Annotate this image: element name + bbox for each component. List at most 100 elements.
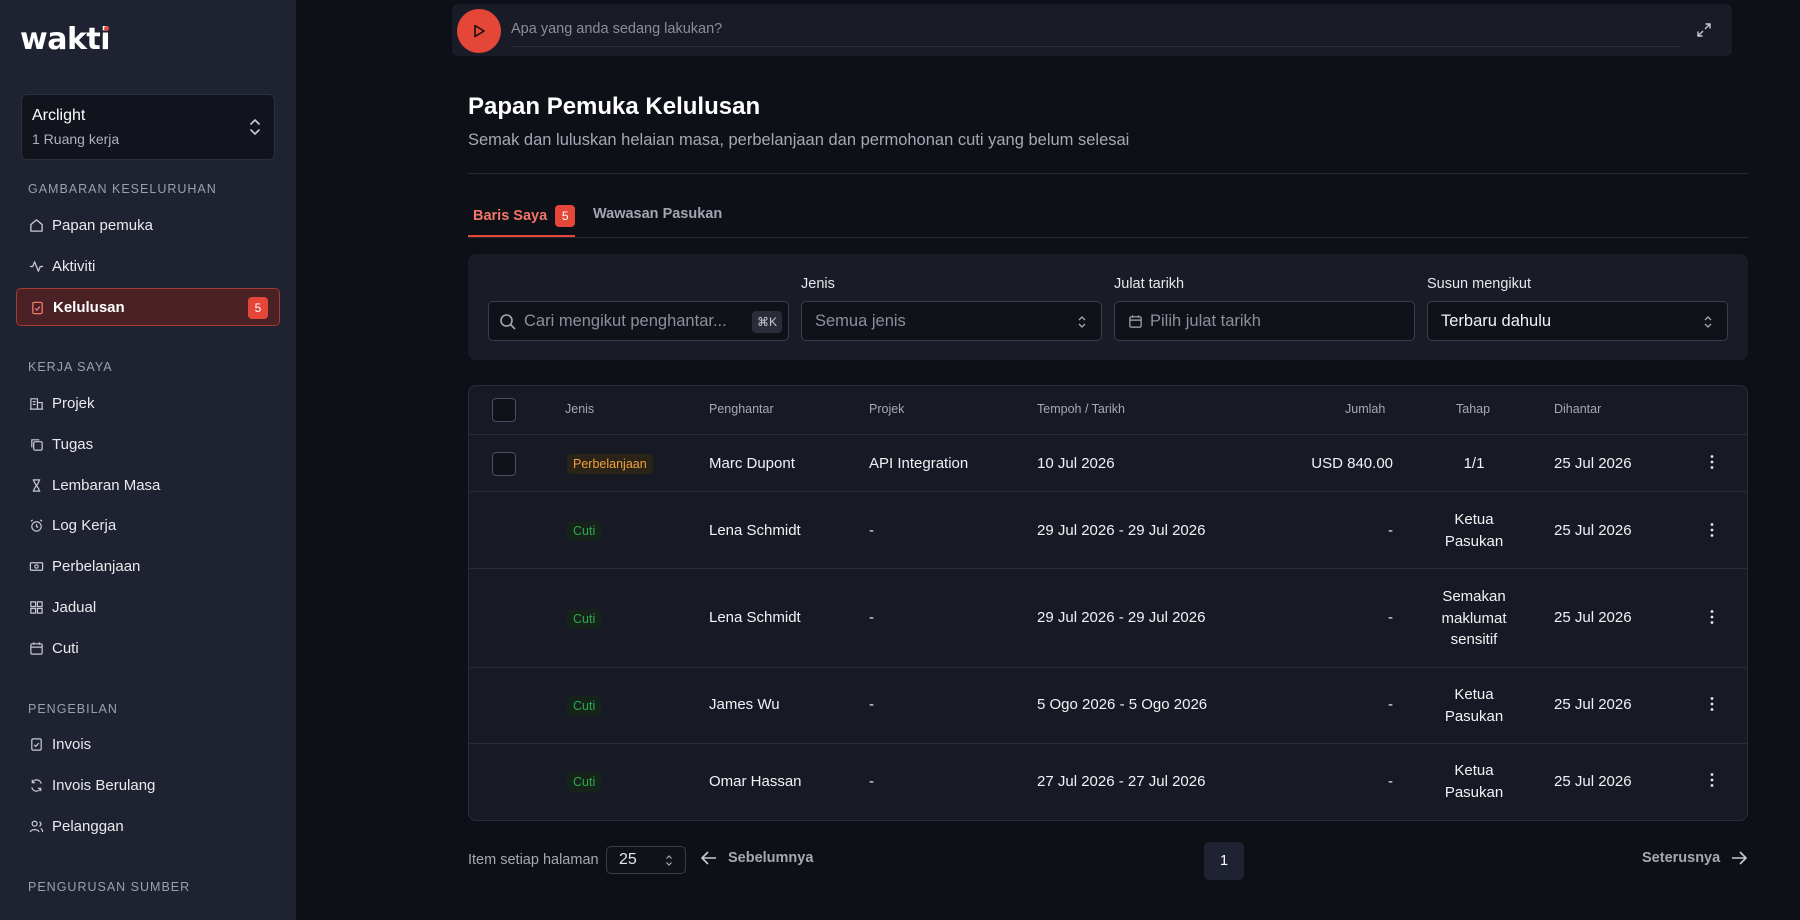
- chevron-up-down-icon: [250, 119, 260, 135]
- row-checkbox[interactable]: [492, 452, 516, 476]
- submitted-date: 25 Jul 2026: [1554, 696, 1632, 713]
- invoice-icon: [29, 737, 44, 752]
- column-header-project[interactable]: Projek: [869, 402, 904, 416]
- sidebar-item-activity[interactable]: Aktiviti: [16, 247, 280, 285]
- sidebar-item-label: Cuti: [52, 639, 79, 657]
- sidebar-item-label: Perbelanjaan: [52, 557, 141, 575]
- column-header-submitter[interactable]: Penghantar: [709, 402, 774, 416]
- column-header-amount[interactable]: Jumlah: [1345, 402, 1385, 416]
- approval-stage: Ketua Pasukan: [1444, 686, 1504, 725]
- sidebar-item-label: Log Kerja: [52, 516, 117, 534]
- type-badge-leave: Cuti: [567, 521, 602, 541]
- section-label-my-work: KERJA SAYA: [28, 360, 113, 374]
- row-divider: [469, 434, 1747, 435]
- per-page-label: Item setiap halaman: [468, 852, 599, 868]
- sidebar-item-label: Jadual: [52, 598, 97, 616]
- refresh-icon: [29, 778, 44, 793]
- previous-page-button[interactable]: Sebelumnya: [700, 850, 813, 866]
- amount: -: [1388, 773, 1393, 790]
- approvals-table: [468, 385, 1748, 821]
- play-icon: [474, 24, 485, 38]
- period: 29 Jul 2026 - 29 Jul 2026: [1037, 609, 1206, 626]
- sidebar-item-label: Pelanggan: [52, 817, 124, 835]
- per-page-value: 25: [619, 851, 637, 868]
- column-header-period[interactable]: Tempoh / Tarikh: [1037, 402, 1125, 416]
- sort-select[interactable]: Terbaru dahulu: [1427, 301, 1728, 341]
- home-icon: [29, 218, 44, 233]
- submitter-name: Omar Hassan: [709, 773, 802, 790]
- workspace-switcher[interactable]: Arclight 1 Ruang kerja: [21, 94, 275, 160]
- row-divider: [469, 491, 1747, 492]
- date-range-picker[interactable]: Pilih julat tarikh: [1114, 301, 1415, 341]
- per-page-select[interactable]: 25: [606, 846, 686, 874]
- project-name: -: [869, 696, 874, 713]
- sidebar-item-work-log[interactable]: Log Kerja: [16, 506, 280, 544]
- search-input[interactable]: Cari mengikut penghantar... ⌘K: [488, 301, 789, 341]
- app-logo[interactable]: wakti: [20, 22, 111, 57]
- column-header-submitted[interactable]: Dihantar: [1554, 402, 1601, 416]
- sidebar-item-label: Projek: [52, 394, 95, 412]
- start-timer-button[interactable]: [457, 9, 501, 53]
- approval-stage: Ketua Pasukan: [1444, 511, 1504, 550]
- search-icon: [500, 314, 516, 330]
- approval-stage: Semakan maklumat sensitif: [1441, 588, 1507, 648]
- next-label: Seterusnya: [1642, 850, 1721, 866]
- date-filter-label: Julat tarikh: [1114, 276, 1185, 292]
- amount: -: [1388, 522, 1393, 539]
- search-placeholder: Cari mengikut penghantar...: [524, 311, 727, 330]
- sidebar-item-leave[interactable]: Cuti: [16, 629, 280, 667]
- row-actions-icon[interactable]: [1710, 522, 1714, 538]
- tabs-divider: [468, 237, 1748, 238]
- submitter-name: Marc Dupont: [709, 455, 795, 472]
- chevron-up-down-icon: [1704, 316, 1712, 328]
- time-tracker-bar: Apa yang anda sedang lakukan?: [452, 4, 1732, 56]
- column-header-stage[interactable]: Tahap: [1456, 402, 1490, 416]
- period: 5 Ogo 2026 - 5 Ogo 2026: [1037, 696, 1208, 713]
- sidebar-item-expenses[interactable]: Perbelanjaan: [16, 547, 280, 585]
- amount: -: [1388, 696, 1393, 713]
- project-name: -: [869, 522, 874, 539]
- row-actions-icon[interactable]: [1710, 454, 1714, 470]
- keyboard-shortcut: ⌘K: [751, 311, 782, 333]
- sort-label: Susun mengikut: [1427, 276, 1531, 292]
- row-actions-icon[interactable]: [1710, 696, 1714, 712]
- row-divider: [469, 743, 1747, 744]
- submitter-name: Lena Schmidt: [709, 522, 801, 539]
- row-actions-icon[interactable]: [1710, 772, 1714, 788]
- sidebar-item-timesheets[interactable]: Lembaran Masa: [16, 466, 280, 504]
- timer-description-input[interactable]: Apa yang anda sedang lakukan?: [511, 21, 722, 37]
- next-page-button[interactable]: Seterusnya: [1642, 850, 1748, 866]
- sidebar-item-projects[interactable]: Projek: [16, 384, 280, 422]
- submitter-name: Lena Schmidt: [709, 609, 801, 626]
- sidebar-item-invoices[interactable]: Invois: [16, 725, 280, 763]
- page-title: Papan Pemuka Kelulusan: [468, 93, 761, 120]
- chevron-up-down-icon: [666, 855, 672, 866]
- submitter-name: James Wu: [709, 696, 780, 713]
- sidebar-item-customers[interactable]: Pelanggan: [16, 807, 280, 845]
- type-badge-expense: Perbelanjaan: [567, 454, 653, 474]
- tab-my-queue[interactable]: Baris Saya 5: [473, 205, 576, 227]
- row-actions-icon[interactable]: [1710, 609, 1714, 625]
- tab-team-overview[interactable]: Wawasan Pasukan: [593, 206, 722, 222]
- sidebar-item-recurring-invoices[interactable]: Invois Berulang: [16, 766, 280, 804]
- sidebar-item-schedule[interactable]: Jadual: [16, 588, 280, 626]
- sidebar-item-dashboard[interactable]: Papan pemuka: [16, 206, 280, 244]
- type-select[interactable]: Semua jenis: [801, 301, 1102, 341]
- select-all-checkbox[interactable]: [492, 398, 516, 422]
- chevron-up-down-icon: [1078, 316, 1086, 328]
- type-badge-leave: Cuti: [567, 772, 602, 792]
- sidebar-item-tasks[interactable]: Tugas: [16, 425, 280, 463]
- page-number-button[interactable]: 1: [1204, 842, 1244, 880]
- sidebar-item-approvals[interactable]: Kelulusan 5: [16, 288, 280, 326]
- approval-stage: 1/1: [1463, 455, 1485, 472]
- section-label-overview: GAMBARAN KESELURUHAN: [28, 182, 217, 196]
- expand-icon[interactable]: [1696, 22, 1712, 38]
- column-header-type[interactable]: Jenis: [565, 402, 594, 416]
- building-icon: [29, 396, 44, 411]
- calendar-icon: [1129, 315, 1142, 328]
- period: 29 Jul 2026 - 29 Jul 2026: [1037, 522, 1206, 539]
- alarm-clock-icon: [29, 518, 44, 533]
- sidebar-item-label: Invois: [52, 735, 92, 753]
- approval-stage: Ketua Pasukan: [1444, 762, 1504, 801]
- project-name: -: [869, 773, 874, 790]
